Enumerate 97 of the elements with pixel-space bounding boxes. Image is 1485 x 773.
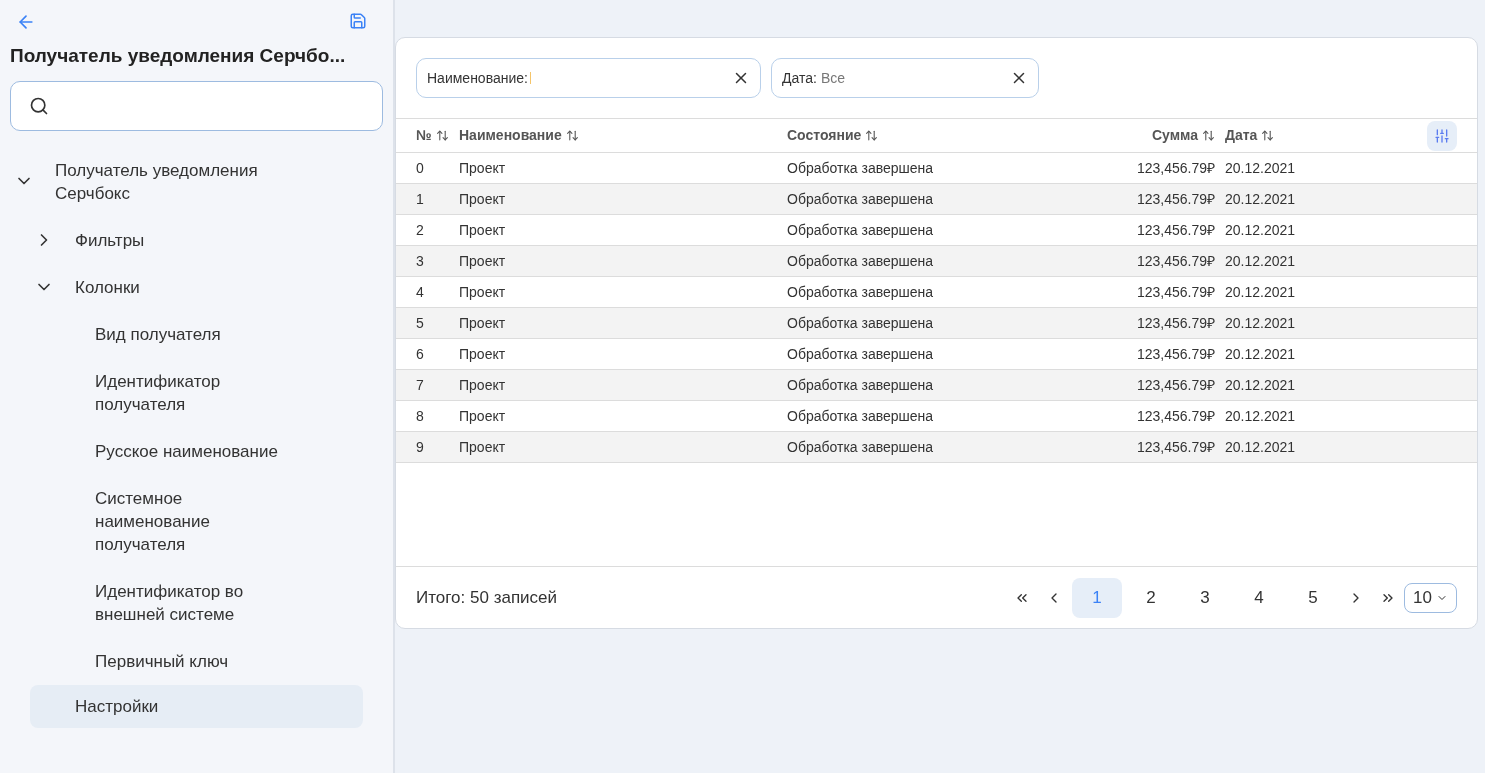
tree-item[interactable]: Первичный ключ [0, 637, 393, 685]
page-button[interactable]: 5 [1288, 577, 1339, 618]
table-cell: Проект [459, 407, 506, 424]
table-cell: 20.12.2021 [1225, 314, 1296, 331]
table-cell: 123,456.79₽ [1136, 314, 1215, 331]
table-cell: 123,456.79₽ [1136, 438, 1215, 455]
table-cell: 7 [416, 376, 424, 393]
search-field[interactable] [10, 80, 383, 131]
sidebar-title: Получатель уведомления Серчбо... [9, 44, 347, 68]
tree-label: Первичный ключ [95, 650, 229, 673]
table-cell: Обработка завершена [787, 159, 934, 176]
table-cell: Обработка завершена [787, 221, 934, 238]
table-cell: 123,456.79₽ [1136, 159, 1215, 176]
sort-icon[interactable] [865, 129, 879, 142]
table-cell: 20.12.2021 [1225, 376, 1296, 393]
tree-label: Вид получателя [95, 323, 221, 346]
column-header[interactable]: Сумма [1151, 125, 1198, 146]
table-cell: Проект [459, 376, 506, 393]
tree-item[interactable]: Русское наименование [0, 427, 393, 475]
sort-icon[interactable] [1261, 129, 1275, 142]
column-header[interactable]: № [416, 125, 432, 146]
table-cell: Обработка завершена [787, 376, 934, 393]
table-cell: Проект [459, 221, 506, 238]
table-cell: 123,456.79₽ [1136, 345, 1215, 362]
page-size-select[interactable]: 10 [1404, 582, 1457, 613]
tree-item[interactable]: Получатель уведомления Серчбокс [0, 146, 393, 217]
filter-label: Дата: [782, 68, 817, 88]
tree-label: Идентификатор во внешней системе [95, 580, 245, 626]
sort-icon[interactable] [565, 129, 579, 142]
table-cell: 1 [416, 190, 424, 207]
table-cell: Проект [459, 438, 506, 455]
total-count: Итого: 50 записей [416, 586, 558, 609]
page-button[interactable]: 2 [1126, 577, 1177, 618]
column-header[interactable]: Дата [1225, 125, 1258, 146]
tree-item[interactable]: Системное наименование получателя [0, 474, 393, 568]
tree-label: Получатель уведомления Серчбокс [55, 159, 259, 205]
table-cell: 20.12.2021 [1225, 283, 1296, 300]
tree-label: Русское наименование [95, 440, 278, 463]
page-button[interactable]: 3 [1180, 577, 1231, 618]
table-cell: Проект [459, 283, 506, 300]
table-cell: Проект [459, 314, 506, 331]
column-header[interactable]: Наименование [459, 125, 562, 146]
sort-icon[interactable] [435, 129, 449, 142]
table-cell: 123,456.79₽ [1136, 252, 1215, 269]
tree-item[interactable]: Идентификатор во внешней системе [0, 567, 393, 638]
table-cell: Обработка завершена [787, 283, 934, 300]
table-cell: 20.12.2021 [1225, 221, 1296, 238]
sliders-icon [1434, 127, 1450, 144]
tree-item[interactable]: Колонки [0, 263, 393, 311]
tree-label: Настройки [75, 695, 159, 718]
table-cell: Обработка завершена [787, 314, 934, 331]
table-cell: 4 [416, 283, 424, 300]
table-cell: 20.12.2021 [1225, 159, 1296, 176]
table-cell: 20.12.2021 [1225, 190, 1296, 207]
table-cell: 123,456.79₽ [1136, 283, 1215, 300]
table-cell: 9 [416, 438, 424, 455]
tree-label: Идентификатор получателя [95, 370, 222, 416]
table-cell: 3 [416, 252, 424, 269]
table-cell: Проект [459, 190, 506, 207]
table-cell: Проект [459, 345, 506, 362]
tree-label: Колонки [75, 276, 140, 299]
filter-label: Наименование: [427, 68, 528, 88]
table-cell: 123,456.79₽ [1136, 407, 1215, 424]
sort-icon[interactable] [1202, 129, 1215, 142]
table-cell: 123,456.79₽ [1136, 376, 1215, 393]
tree-item[interactable]: Вид получателя [0, 310, 393, 358]
filter-value: Все [820, 68, 845, 88]
table-cell: Обработка завершена [787, 438, 934, 455]
tree-item[interactable]: Настройки [30, 684, 363, 728]
table-cell: Проект [459, 252, 506, 269]
column-settings-button[interactable] [1427, 120, 1457, 151]
tree-item[interactable]: Фильтры [0, 216, 393, 264]
filter-chip[interactable]: Дата: Все [771, 58, 1039, 98]
tree-label: Системное наименование получателя [95, 487, 211, 556]
table-cell: 5 [416, 314, 424, 331]
table-cell: 20.12.2021 [1225, 252, 1296, 269]
tree-item[interactable]: Идентификатор получателя [0, 357, 393, 428]
table-cell: 20.12.2021 [1225, 345, 1296, 362]
search-icon [29, 95, 49, 116]
table-cell: 20.12.2021 [1225, 407, 1296, 424]
table-cell: 2 [416, 221, 424, 238]
table-cell: 123,456.79₽ [1136, 221, 1215, 238]
tree-label: Фильтры [75, 229, 145, 252]
column-header[interactable]: Состояние [787, 125, 862, 146]
table-cell: 0 [416, 159, 424, 176]
table-cell: Обработка завершена [787, 252, 934, 269]
table-cell: Проект [459, 159, 506, 176]
table-cell: 20.12.2021 [1225, 438, 1296, 455]
table-cell: Обработка завершена [787, 407, 934, 424]
table-cell: 123,456.79₽ [1136, 190, 1215, 207]
save-icon[interactable] [349, 12, 367, 30]
table-cell: Обработка завершена [787, 345, 934, 362]
filter-chip[interactable]: Наименование: [416, 58, 761, 98]
table-cell: 8 [416, 407, 424, 424]
page-button[interactable]: 4 [1234, 577, 1285, 618]
table-cell: 6 [416, 345, 424, 362]
table-cell: Обработка завершена [787, 190, 934, 207]
